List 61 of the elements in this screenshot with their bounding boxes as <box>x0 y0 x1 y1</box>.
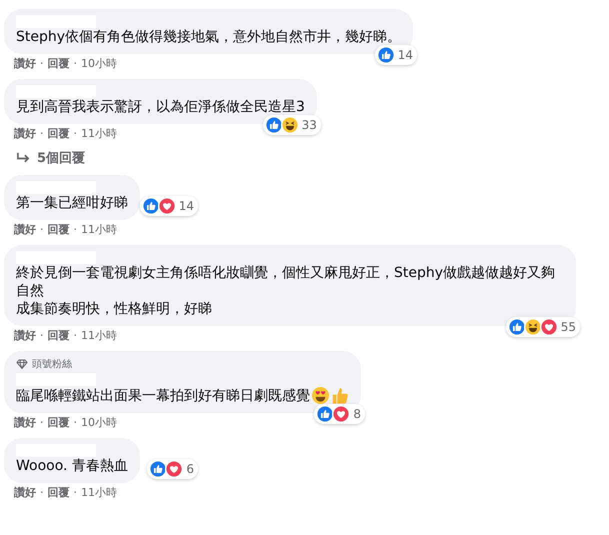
separator-dot: · <box>40 416 44 430</box>
thumbs-up-icon <box>264 116 283 134</box>
reaction-count-badge[interactable]: 14 <box>140 196 198 216</box>
comment-action-link[interactable]: 回覆 <box>48 416 70 430</box>
comment-action-link[interactable]: 讚好 <box>14 223 36 237</box>
heart-eyes-emoji-icon <box>311 386 330 405</box>
thumbs-up-icon <box>149 460 168 478</box>
top-fan-label: 頭號粉絲 <box>32 358 72 371</box>
comment-time[interactable]: 11小時 <box>81 329 117 343</box>
heart-icon <box>332 405 350 423</box>
comment-text: Stephy依個有角色做得幾接地氣，意外地自然市井，幾好睇。 <box>16 28 402 46</box>
separator-dot: · <box>40 329 44 343</box>
separator-dot: · <box>40 57 44 71</box>
reaction-count-badge[interactable]: 33 <box>262 115 321 135</box>
diamond-icon <box>16 359 28 369</box>
comment-action-link[interactable]: 回覆 <box>48 329 70 343</box>
thumbs-up-emoji-icon <box>331 386 349 405</box>
separator-dot: · <box>74 486 77 500</box>
reaction-count-badge[interactable]: 6 <box>147 459 198 479</box>
thumbs-up-icon <box>376 46 395 64</box>
comment-action-link[interactable]: 讚好 <box>14 329 36 343</box>
thumbs-up-icon <box>508 318 526 336</box>
comment-action-link[interactable]: 回覆 <box>48 223 70 237</box>
comment-text: 終於見倒一套電視劇女主角係唔化妝瞓覺，個性又麻甩好正，Stephy做戲越做越好又夠自然 <box>16 264 556 300</box>
separator-dot: · <box>40 223 44 237</box>
heart-icon <box>158 197 176 215</box>
thumbs-up-icon <box>316 405 334 423</box>
comment-time[interactable]: 11小時 <box>81 486 117 500</box>
separator-dot: · <box>40 127 44 141</box>
comment-action-link[interactable]: 回覆 <box>48 486 70 500</box>
separator-dot: · <box>74 329 77 343</box>
comment-time[interactable]: 10小時 <box>81 416 117 430</box>
comment-action-link[interactable]: 讚好 <box>14 486 36 500</box>
reaction-count-badge[interactable]: 55 <box>506 317 580 337</box>
view-replies-link[interactable]: 5個回覆 <box>4 141 86 167</box>
comment-time[interactable]: 10小時 <box>81 57 117 71</box>
comment-time[interactable]: 11小時 <box>81 223 117 237</box>
comment-action-link[interactable]: 讚好 <box>14 127 36 141</box>
comment-text: 臨尾喺輕鐵站出面果一幕拍到好有睇日劇既感覺 <box>16 386 310 404</box>
comment-action-link[interactable]: 回覆 <box>48 127 70 141</box>
comment-text: 成集節奏明快，性格鮮明，好睇 <box>16 300 213 318</box>
thumbs-up-icon <box>142 197 160 215</box>
separator-dot: · <box>74 57 77 71</box>
separator-dot: · <box>74 127 77 141</box>
laughing-face-icon <box>280 116 299 134</box>
separator-dot: · <box>74 416 77 430</box>
separator-dot: · <box>40 486 44 500</box>
comment-action-link[interactable]: 回覆 <box>48 57 70 71</box>
reaction-count-badge[interactable]: 14 <box>374 45 418 65</box>
comment-text: 第一集已經咁好睇 <box>16 194 128 212</box>
heart-icon <box>540 318 558 336</box>
reply-arrow-icon <box>16 152 31 164</box>
heart-icon <box>165 460 184 478</box>
separator-dot: · <box>74 223 77 237</box>
comment-action-link[interactable]: 讚好 <box>14 416 36 430</box>
comment-action-link[interactable]: 讚好 <box>14 57 36 71</box>
comment-text: 見到高晉我表示驚訝，以為佢淨係做全民造星3 <box>16 98 305 116</box>
comment-time[interactable]: 11小時 <box>81 127 117 141</box>
reaction-count-badge[interactable]: 8 <box>314 404 365 424</box>
laughing-face-icon <box>524 318 542 336</box>
comment-text: Woooo. 青春熱血 <box>16 457 128 475</box>
